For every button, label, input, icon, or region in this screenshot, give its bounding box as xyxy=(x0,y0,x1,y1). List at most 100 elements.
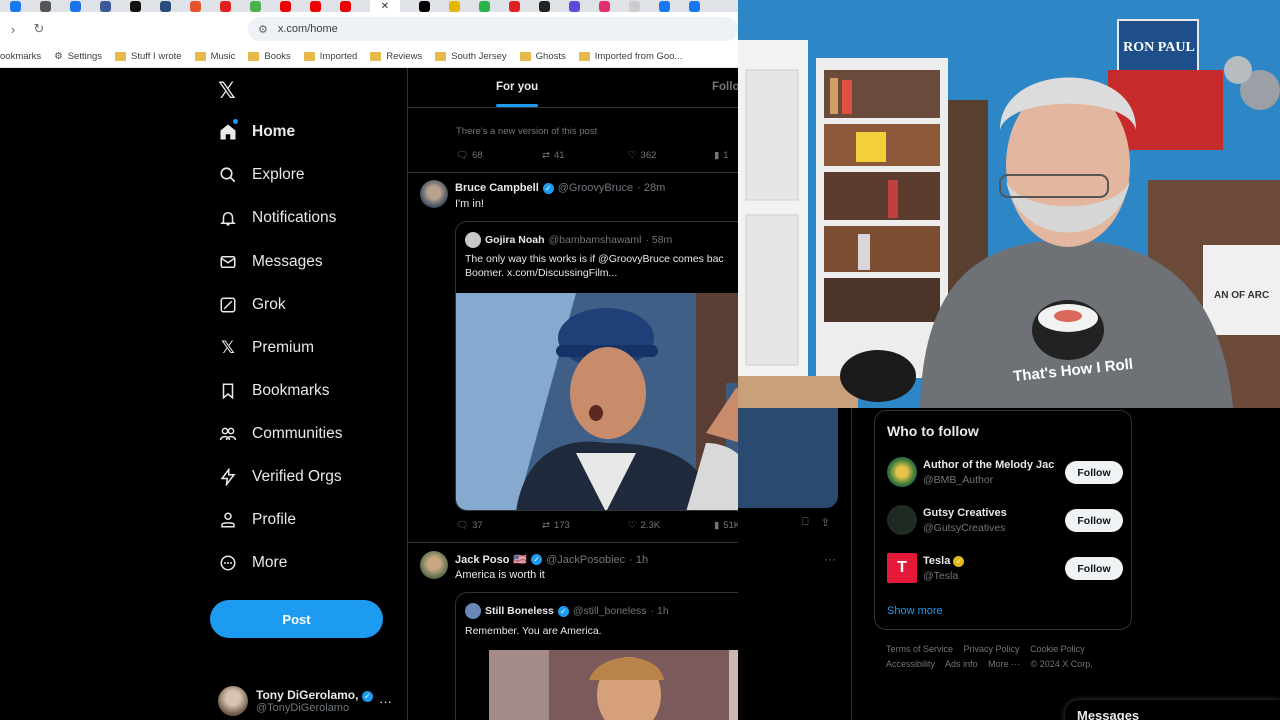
follow-button[interactable]: Follow xyxy=(1065,461,1123,484)
tab-favicon[interactable] xyxy=(689,0,700,12)
bookmark-folder[interactable]: Books xyxy=(248,51,303,62)
site-info-icon[interactable]: ⚙ xyxy=(258,23,268,36)
nav-bookmarks[interactable]: Bookmarks xyxy=(218,375,330,407)
footer-link[interactable]: Cookie Policy xyxy=(1030,644,1085,654)
timestamp[interactable]: · 28m xyxy=(637,182,665,194)
nav-premium[interactable]: 𝕏 Premium xyxy=(218,332,314,364)
reply-button[interactable]: 🗨 68 xyxy=(456,150,542,161)
nav-label: Notifications xyxy=(252,209,337,226)
views-button[interactable]: ▮ 1 xyxy=(714,150,729,161)
repost-button[interactable]: ⇄ 41 xyxy=(542,150,628,161)
bookmark-folder[interactable]: Reviews xyxy=(370,51,435,62)
tab-favicon[interactable] xyxy=(280,0,291,12)
account-name: Author of the Melody Jac xyxy=(923,459,1055,471)
tab-favicon[interactable] xyxy=(599,0,610,12)
author-name[interactable]: Bruce Campbell xyxy=(455,182,539,194)
account-switcher[interactable]: Tony DiGerolamo, ✓ @TonyDiGerolamo ··· xyxy=(218,686,398,716)
bookmark-folder[interactable]: South Jersey xyxy=(435,51,519,62)
tab-favicon[interactable] xyxy=(569,0,580,12)
nav-label: More xyxy=(252,554,288,571)
follow-suggestion[interactable]: Gutsy Creatives @GutsyCreatives Follow xyxy=(887,503,1123,539)
follow-button[interactable]: Follow xyxy=(1065,557,1123,580)
follow-suggestion[interactable]: Author of the Melody Jac @BMB_Author Fol… xyxy=(887,455,1123,491)
tab-favicon[interactable] xyxy=(419,0,430,12)
bookmark-item[interactable]: ⚙ Settings xyxy=(54,51,115,62)
quoted-tweet[interactable]: Gojira Noah @bambamshawaml · 58m The onl… xyxy=(455,221,738,511)
verified-badge-icon: ✓ xyxy=(361,691,373,702)
tab-favicon[interactable] xyxy=(250,0,261,12)
show-more-link[interactable]: Show more xyxy=(887,605,943,617)
post-button[interactable]: Post xyxy=(210,600,383,638)
avatar xyxy=(887,457,917,487)
author-handle[interactable]: @JackPosobiec xyxy=(546,554,625,566)
address-bar[interactable]: ⚙ x.com/home xyxy=(248,17,738,41)
bookmark-folder[interactable]: Ghosts xyxy=(519,51,579,62)
x-logo-icon[interactable]: 𝕏 xyxy=(218,78,236,104)
footer-link[interactable]: Accessibility xyxy=(886,659,935,669)
nav-grok[interactable]: Grok xyxy=(218,289,286,321)
footer-link[interactable]: Privacy Policy xyxy=(964,644,1020,654)
tab-favicon[interactable] xyxy=(130,0,141,12)
reload-icon[interactable]: ↻ xyxy=(26,21,52,37)
avatar[interactable] xyxy=(420,180,448,208)
footer-link[interactable]: Ads info xyxy=(945,659,978,669)
quote-image[interactable] xyxy=(489,650,738,720)
messages-drawer[interactable]: Messages xyxy=(1065,700,1280,720)
tab-favicon[interactable] xyxy=(40,0,51,12)
bookmark-folder[interactable]: Stuff I wrote xyxy=(115,51,195,62)
share-icon[interactable]: ⇪ xyxy=(821,516,830,529)
views-button[interactable]: ▮ 51K xyxy=(714,520,738,531)
footer-link[interactable]: Terms of Service xyxy=(886,644,953,654)
tab-favicon[interactable] xyxy=(449,0,460,12)
tab-favicon[interactable] xyxy=(220,0,231,12)
account-handle: @GutsyCreatives xyxy=(923,522,1006,534)
avatar[interactable] xyxy=(420,551,448,579)
nav-messages[interactable]: Messages xyxy=(218,246,323,278)
nav-more[interactable]: More xyxy=(218,547,287,579)
more-options-icon[interactable]: ··· xyxy=(824,552,836,566)
nav-explore[interactable]: Explore xyxy=(218,159,305,191)
author-handle[interactable]: @GroovyBruce xyxy=(558,182,633,194)
timestamp[interactable]: · 1h xyxy=(629,554,648,566)
tab-favicon[interactable] xyxy=(479,0,490,12)
url-text: x.com/home xyxy=(277,23,338,35)
tab-favicon[interactable] xyxy=(509,0,520,12)
nav-label: Messages xyxy=(252,253,323,270)
tab-for-you[interactable]: For you xyxy=(496,81,539,107)
like-button[interactable]: ♡ 362 xyxy=(628,150,714,161)
author-name[interactable]: Jack Poso xyxy=(455,554,509,566)
repost-button[interactable]: ⇄ 173 xyxy=(542,520,628,531)
folder-icon xyxy=(519,52,531,61)
tab-favicon[interactable] xyxy=(190,0,201,12)
nav-communities[interactable]: Communities xyxy=(218,418,342,450)
follow-suggestion[interactable]: T Tesla ✓ @Tesla Follow xyxy=(887,551,1123,587)
bookmark-icon[interactable]: ⎕ xyxy=(802,516,809,529)
reply-button[interactable]: 🗨 37 xyxy=(456,520,542,531)
quote-image[interactable] xyxy=(456,293,738,510)
tab-favicon[interactable] xyxy=(340,0,351,12)
tab-favicon[interactable] xyxy=(659,0,670,12)
tab-following[interactable]: Follo xyxy=(712,81,738,93)
tab-favicon[interactable] xyxy=(70,0,81,12)
quoted-tweet[interactable]: Still Boneless ✓ @still_boneless · 1h Re… xyxy=(455,592,738,720)
tab-favicon[interactable] xyxy=(100,0,111,12)
bookmark-folder[interactable]: Imported from Goo... xyxy=(578,51,696,62)
nav-profile[interactable]: Profile xyxy=(218,504,296,536)
footer-link[interactable]: More ··· xyxy=(988,659,1020,669)
tab-favicon[interactable] xyxy=(310,0,321,12)
bookmark-item[interactable]: ookmarks xyxy=(0,51,54,62)
bookmark-folder[interactable]: Music xyxy=(194,51,249,62)
tab-favicon[interactable] xyxy=(10,0,21,12)
follow-button[interactable]: Follow xyxy=(1065,509,1123,532)
nav-home[interactable]: Home xyxy=(218,116,295,148)
forward-icon[interactable]: › xyxy=(0,22,26,37)
active-tab-close-icon[interactable]: ✕ xyxy=(370,0,400,12)
tab-favicon[interactable] xyxy=(539,0,550,12)
nav-verified-orgs[interactable]: Verified Orgs xyxy=(218,461,342,493)
nav-notifications[interactable]: Notifications xyxy=(218,202,336,234)
bookmark-folder[interactable]: Imported xyxy=(303,51,371,62)
ellipsis-icon[interactable]: ··· xyxy=(379,694,392,709)
like-button[interactable]: ♡ 2.3K xyxy=(628,520,714,531)
tab-favicon[interactable] xyxy=(160,0,171,12)
tab-favicon[interactable] xyxy=(629,0,640,12)
